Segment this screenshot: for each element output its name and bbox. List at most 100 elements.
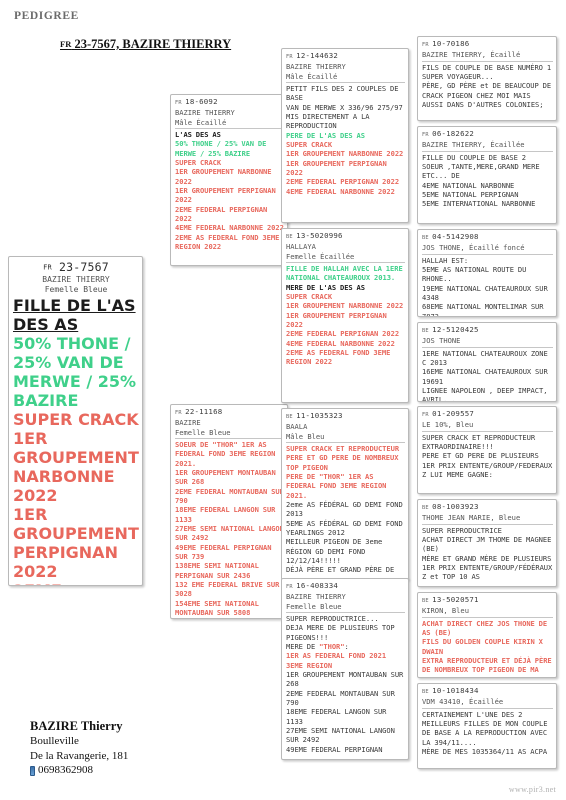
gen4-0-achievement-line: PÈRE, GD PÈRE et DE BEAUCOUP DE CRACK PI… — [422, 81, 555, 109]
gen4-1-header: FR 06-182622 BAZIRE THIERRY, Écaillée — [422, 129, 553, 150]
gen3-3-achievement-line: MERE DE "THOR": — [286, 641, 349, 651]
gen4-2-owner: JOS THONE, Écaillé foncé — [422, 243, 525, 253]
gen2-1-divider — [175, 437, 284, 439]
gen3-2-achievement-line: SUPER CRACK ET REPRODUCTEUR — [286, 443, 400, 453]
gen4-3-ring: 12-5120425 — [432, 325, 479, 334]
gen3-3-achievement-line: 18EME FEDERAL LANGON SUR 1133 — [286, 707, 391, 726]
gen3-1-divider — [286, 261, 405, 263]
gen4-7-divider — [422, 707, 553, 709]
gen3-1-achievement-list: FILLE DE HALLAH AVEC LA 1ERE NATIONAL CH… — [286, 264, 405, 367]
gen2-0-achievement-line: 1ER GROUPEMENT PERPIGNAN 2022 — [175, 185, 280, 205]
gen3-2-ring: 11-1035323 — [296, 411, 343, 420]
gen3-2-achievement-list: SUPER CRACK ET REPRODUCTEUR PERE ET GD PE… — [286, 444, 405, 575]
gen4-0-header: FR 10-70186 BAZIRE THIERRY, Écaillé — [422, 39, 553, 60]
ancestor-card-great-grandparent-7[interactable]: BE 13-5020571 KIRON, Bleu ACHAT DIRECT CHE… — [417, 592, 557, 678]
gen4-4-header: FR 01-209557 LE 10%, Bleu — [422, 409, 553, 430]
gen3-3-ring: 16-408334 — [296, 581, 339, 590]
gen4-1-achievement-line: 4EME NATIONAL NARBONNE — [422, 180, 515, 190]
gen4-7-achievement-list: CERTAINEMENT L'UNE DES 2 MEILLEURS FILLE… — [422, 710, 553, 757]
gen3-3-divider — [286, 611, 405, 613]
ancestor-card-great-grandparent-6[interactable]: BE 08-1003923 THOME JEAN MARIE, Bleue SUPE… — [417, 499, 557, 587]
gen3-1-achievement-line: FILLE DE HALLAH AVEC LA 1ERE NATIONAL CH… — [286, 263, 407, 283]
gen4-6-achievement-list: ACHAT DIRECT CHEZ JOS THONE DE AS (BE) FI… — [422, 619, 553, 677]
gen4-3-achievement-line: LIGNEE NAPOLEON , DEEP IMPACT, AVRIL... — [422, 385, 552, 402]
gen2-0-achievement-line: SUPER CRACK — [175, 157, 222, 167]
gen4-3-achievement-line: 16EME NATIONAL CHATEAUROUX SUR 19691 — [422, 367, 552, 386]
gen2-1-ring: 22-11168 — [185, 407, 223, 416]
subject-achievement-line: SUPER CRACK — [13, 409, 139, 429]
site-watermark: www.pir3.net — [508, 785, 556, 794]
ancestor-card-great-grandparent-8[interactable]: BE 10-1018434 VDM 43410, Écaillée CERTAINE… — [417, 683, 557, 769]
title-country-prefix: FR — [60, 39, 72, 49]
gen3-0-achievement-line: PETIT FILS DES 2 COUPLES DE BASE — [286, 83, 403, 103]
gen3-2-sex: Mâle Bleu — [286, 431, 325, 441]
gen3-3-achievement-list: SUPER REPRODUCTRICE... DEJA MERE DE PLUSI… — [286, 614, 405, 754]
gen4-3-country: BE — [422, 328, 433, 334]
owner-address: De la Ravangerie, 181 — [30, 749, 129, 762]
ancestor-card-paternal-grandmother[interactable]: BE 13-5020996 HALLAYA Femelle Écaillée FILL… — [281, 228, 409, 403]
subject-card[interactable]: FR 23-7567 BAZIRE THIERRY Femelle Bleue … — [8, 256, 143, 586]
gen4-1-achievement-line: 5EME INTERNATIONAL NARBONNE — [422, 199, 536, 209]
gen2-1-country: FR — [175, 410, 186, 416]
gen4-4-ring-line: FR 01-209557 — [422, 409, 553, 420]
ancestor-card-great-grandparent-3[interactable]: BE 04-5142908 JOS THONE, Écaillé foncé HAL… — [417, 229, 557, 317]
ancestor-card-mother[interactable]: FR 22-11168 BAZIRE Femelle Bleue SOEUR DE "… — [170, 404, 288, 619]
gen4-6-achievement-line: FILS DU GOLDEN COUPLE KIRIN X DWAIN — [422, 637, 547, 656]
gen4-0-ring: 10-70186 — [432, 39, 470, 48]
gen3-0-achievement-line: VAN DE MERWE X 336/96 275/97 — [286, 102, 403, 112]
pedigree-page: PEDIGREE FR 23-7567, BAZIRE THIERRY FR 2… — [0, 0, 566, 800]
ancestor-card-maternal-grandmother[interactable]: FR 16-408334 BAZIRE THIERRY Femelle Bleue S… — [281, 578, 409, 760]
gen4-6-ring: 13-5020571 — [432, 595, 479, 604]
gen4-6-ring-line: BE 13-5020571 — [422, 595, 553, 606]
gen2-0-ring-line: FR 18-6092 — [175, 97, 284, 108]
gen4-3-achievement-line: 1ERE NATIONAL CHATEAUROUX ZONE C 2013 — [422, 348, 552, 367]
gen4-0-country: FR — [422, 42, 433, 48]
pedigree-label: PEDIGREE — [14, 10, 79, 22]
subject-achievement-line: 1ER GROUPEMENT NARBONNE 2022 — [13, 428, 139, 505]
gen3-3-achievement-line: DEJA MERE DE PLUSIEURS TOP PIGEONS!!! — [286, 623, 399, 642]
gen3-1-achievement-line: 4EME FEDERAL NARBONNE 2022 — [286, 338, 395, 348]
gen3-0-divider — [286, 81, 405, 83]
gen2-1-ring-line: FR 22-11168 — [175, 407, 284, 418]
gen3-2-achievement-line: MEILLEUR PIGEON DE 3eme RÉGION GD DEMI F… — [286, 537, 387, 566]
gen4-6-country: BE — [422, 598, 433, 604]
ancestor-card-great-grandparent-1[interactable]: FR 10-70186 BAZIRE THIERRY, Écaillé FILS D… — [417, 36, 557, 121]
gen2-0-achievement-line: L'AS DES AS — [175, 129, 221, 139]
gen4-7-ring-line: BE 10-1018434 — [422, 686, 553, 697]
gen3-1-achievement-line: 2EME FEDERAL PERPIGNAN 2022 — [286, 329, 400, 339]
gen4-4-achievement-line: SUPER CRACK ET REPRODUCTEUR EXTRAORDINAI… — [422, 432, 539, 451]
gen4-2-achievement-line: 19EME NATIONAL CHATEAUROUX SUR 4348 — [422, 283, 552, 302]
gen2-1-owner: BAZIRE — [175, 418, 201, 428]
gen3-0-sex: Mâle Écaillé — [286, 71, 338, 81]
gen3-3-achievement-line: 49EME FEDERAL PERPIGNAN — [286, 744, 383, 754]
ancestor-card-paternal-grandfather[interactable]: FR 12-144632 BAZIRE THIERRY Mâle Écaillé PE… — [281, 48, 409, 223]
ancestor-card-great-grandparent-5[interactable]: FR 01-209557 LE 10%, Bleu SUPER CRACK ET R… — [417, 406, 557, 494]
subject-ring-line: FR 23-7567 — [13, 260, 139, 275]
gen2-0-country: FR — [175, 100, 186, 106]
ancestor-card-father[interactable]: FR 18-6092 BAZIRE THIERRY Mâle Écaillé L'AS… — [170, 94, 288, 266]
gen4-6-divider — [422, 616, 553, 618]
gen4-5-divider — [422, 523, 553, 525]
gen2-0-achievement-line: 4EME FEDERAL NARBONNE 2022 — [175, 223, 284, 233]
gen3-3-achievement-line: 2EME FEDERAL MONTAUBAN SUR 790 — [286, 688, 399, 707]
subject-country: FR — [43, 263, 52, 272]
gen4-1-owner: BAZIRE THIERRY, Écaillée — [422, 140, 525, 150]
title-text: 23-7567, BAZIRE THIERRY — [74, 37, 232, 51]
ancestor-card-maternal-grandfather[interactable]: BE 11-1035323 BAALA Mâle Bleu SUPER CRACK E… — [281, 408, 409, 580]
gen2-1-achievement-line: 154EME SEMI NATIONAL MONTAUBAN SUR 5808 — [175, 598, 263, 618]
gen2-0-sex: Mâle Écaillé — [175, 117, 227, 127]
subject-achievement-line: FILLE DE L'AS DES AS — [13, 295, 136, 334]
gen2-1-achievement-line: 18EME FEDERAL LANGON SUR 1133 — [175, 505, 280, 524]
ancestor-card-great-grandparent-2[interactable]: FR 06-182622 BAZIRE THIERRY, Écaillée FILL… — [417, 126, 557, 224]
gen4-4-achievement-list: SUPER CRACK ET REPRODUCTEUR EXTRAORDINAI… — [422, 433, 553, 480]
owner-contact-block: BAZIRE Thierry Boulleville De la Ravange… — [30, 718, 128, 778]
ancestor-card-great-grandparent-4[interactable]: BE 12-5120425 JOS THONE 1ERE NATIONAL CHAT… — [417, 322, 557, 402]
gen4-3-owner: JOS THONE — [422, 336, 461, 346]
subject-achievement-line: 50% THONE / 25% VAN DE MERWE / 25% BAZIR… — [13, 333, 137, 410]
gen4-5-achievement-line: ACHAT DIRECT JM THOME DE MAGNEE (BE) — [422, 534, 556, 554]
gen3-1-achievement-line: 2EME AS FEDERAL FOND 3EME REGION 2022 — [286, 347, 395, 367]
gen4-1-achievement-line: SOEUR ,TANTE,MERE,GRAND MERE ETC... DE — [422, 161, 544, 181]
subject-ring: 23-7567 — [59, 260, 109, 274]
subject-achievement-line: 2EME FEDERAL PERPIGNAN 2022 — [13, 581, 139, 586]
gen4-7-achievement-line: CERTAINEMENT L'UNE DES 2 MEILLEURS FILLE… — [422, 709, 552, 747]
